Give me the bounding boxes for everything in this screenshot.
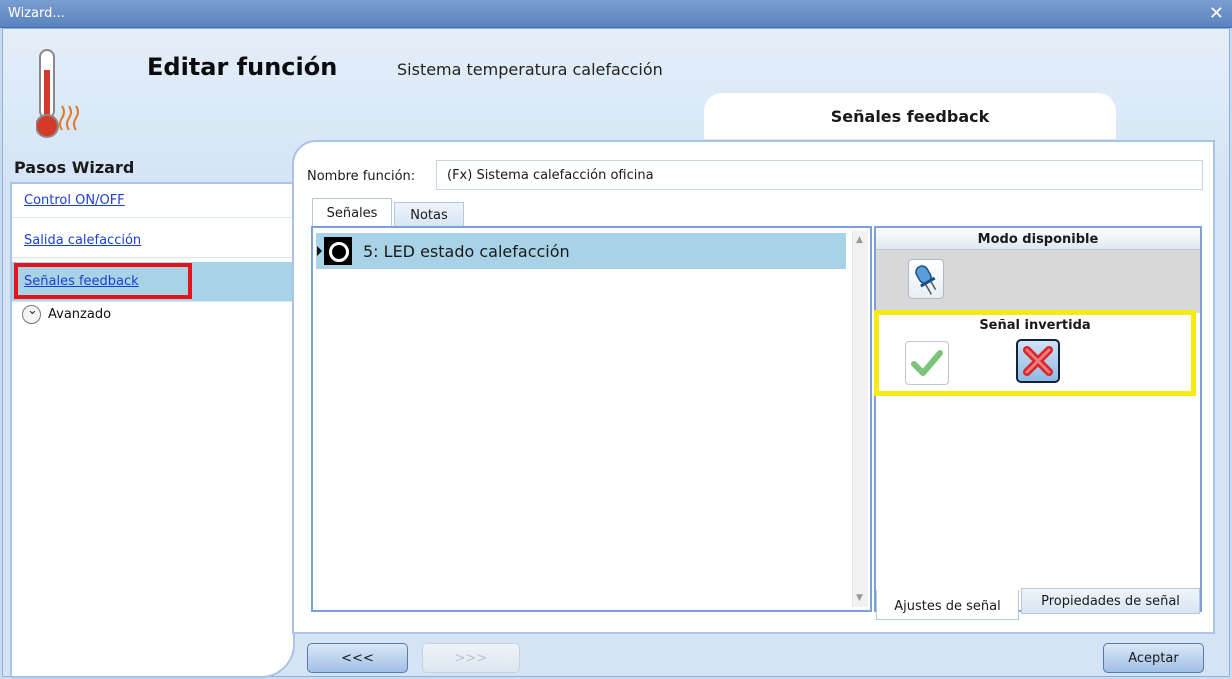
back-button-label[interactable]: <<< xyxy=(308,651,407,666)
tab-signals-label[interactable]: Señales xyxy=(313,206,391,221)
tab-signals[interactable]: Señales xyxy=(312,198,392,226)
scroll-down-icon[interactable]: ▼ xyxy=(856,593,863,603)
accept-button-label[interactable]: Aceptar xyxy=(1104,651,1203,666)
sidebar-item-label[interactable]: Control ON/OFF xyxy=(24,193,125,208)
sidebar-item-salida-calefaccion[interactable]: Salida calefacción xyxy=(12,224,293,258)
next-button[interactable]: >>> xyxy=(422,643,520,673)
tab-signal-properties-label[interactable]: Propiedades de señal xyxy=(1022,594,1199,609)
sidebar-title: Pasos Wizard xyxy=(14,158,135,177)
tab-notes[interactable]: Notas xyxy=(394,202,464,226)
tab-signal-properties[interactable]: Propiedades de señal xyxy=(1021,588,1200,614)
checkmark-icon xyxy=(911,350,943,376)
signals-list: 5: LED estado calefacción ▲ ▼ xyxy=(311,226,872,612)
available-mode-area xyxy=(876,250,1200,313)
available-mode-header: Modo disponible xyxy=(876,228,1200,250)
vertical-scrollbar[interactable]: ▲ ▼ xyxy=(852,231,868,607)
accept-button[interactable]: Aceptar xyxy=(1103,643,1204,673)
step-header-label: Señales feedback xyxy=(830,107,990,126)
window-title: Wizard... xyxy=(8,6,65,21)
advanced-label[interactable]: Avanzado xyxy=(48,307,111,322)
chevron-down-icon[interactable] xyxy=(22,303,41,324)
available-mode-title: Modo disponible xyxy=(977,232,1099,247)
inverted-signal-title: Señal invertida xyxy=(979,318,1091,333)
close-icon[interactable]: ✕ xyxy=(1209,3,1224,24)
step-header-tab: Señales feedback xyxy=(704,93,1116,139)
sidebar: Control ON/OFF Salida calefacción Señale… xyxy=(10,182,295,678)
scroll-up-icon[interactable]: ▲ xyxy=(856,235,863,245)
red-x-icon xyxy=(1023,346,1053,376)
function-name-label: Nombre función: xyxy=(307,169,416,184)
next-button-label[interactable]: >>> xyxy=(423,651,519,666)
row-pointer-icon xyxy=(317,246,322,256)
page-title: Editar función xyxy=(147,53,338,81)
thermometer-icon xyxy=(36,49,79,138)
page-subtitle: Sistema temperatura calefacción xyxy=(397,60,663,79)
sidebar-item-control-onoff[interactable]: Control ON/OFF xyxy=(12,184,293,218)
inverted-yes-button[interactable] xyxy=(905,341,949,385)
list-item-label[interactable]: 5: LED estado calefacción xyxy=(363,242,570,261)
signal-settings-panel: Modo disponible xyxy=(874,226,1202,612)
function-name-input[interactable]: (Fx) Sistema calefacción oficina xyxy=(436,160,1203,190)
tab-notes-label[interactable]: Notas xyxy=(395,208,463,223)
tab-signal-settings-label[interactable]: Ajustes de señal xyxy=(877,599,1018,614)
led-icon xyxy=(915,265,937,295)
tab-signal-settings[interactable]: Ajustes de señal xyxy=(876,590,1019,620)
led-status-icon xyxy=(324,237,352,265)
sidebar-item-label[interactable]: Salida calefacción xyxy=(24,233,141,248)
led-mode-button[interactable] xyxy=(908,259,944,299)
window-titlebar: Wizard... ✕ xyxy=(0,0,1232,28)
list-item[interactable]: 5: LED estado calefacción xyxy=(316,233,846,269)
function-name-value[interactable]: (Fx) Sistema calefacción oficina xyxy=(447,168,654,183)
highlight-box-red xyxy=(14,263,192,299)
inverted-no-button[interactable] xyxy=(1016,339,1060,383)
back-button[interactable]: <<< xyxy=(307,643,408,673)
